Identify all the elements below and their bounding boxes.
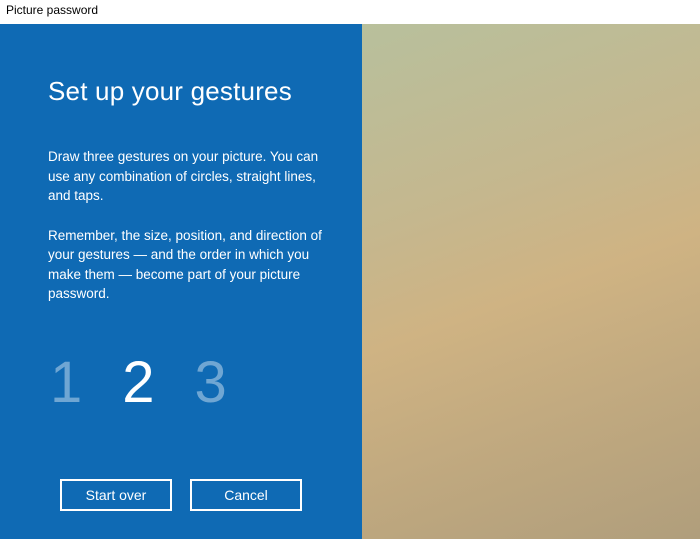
step-1: 1	[50, 354, 82, 412]
cancel-button[interactable]: Cancel	[190, 479, 302, 511]
instruction-panel: Set up your gestures Draw three gestures…	[0, 24, 362, 539]
step-3: 3	[195, 354, 227, 412]
step-2: 2	[122, 354, 154, 412]
button-row: Start over Cancel	[0, 479, 362, 511]
start-over-button[interactable]: Start over	[60, 479, 172, 511]
instruction-text-2: Remember, the size, position, and direct…	[48, 226, 322, 304]
page-title: Set up your gestures	[48, 76, 322, 107]
window-titlebar: Picture password	[0, 0, 700, 24]
window-title: Picture password	[6, 3, 98, 17]
workarea: Set up your gestures Draw three gestures…	[0, 24, 700, 539]
instruction-text-1: Draw three gestures on your picture. You…	[48, 147, 322, 206]
step-indicator: 1 2 3	[48, 354, 322, 412]
